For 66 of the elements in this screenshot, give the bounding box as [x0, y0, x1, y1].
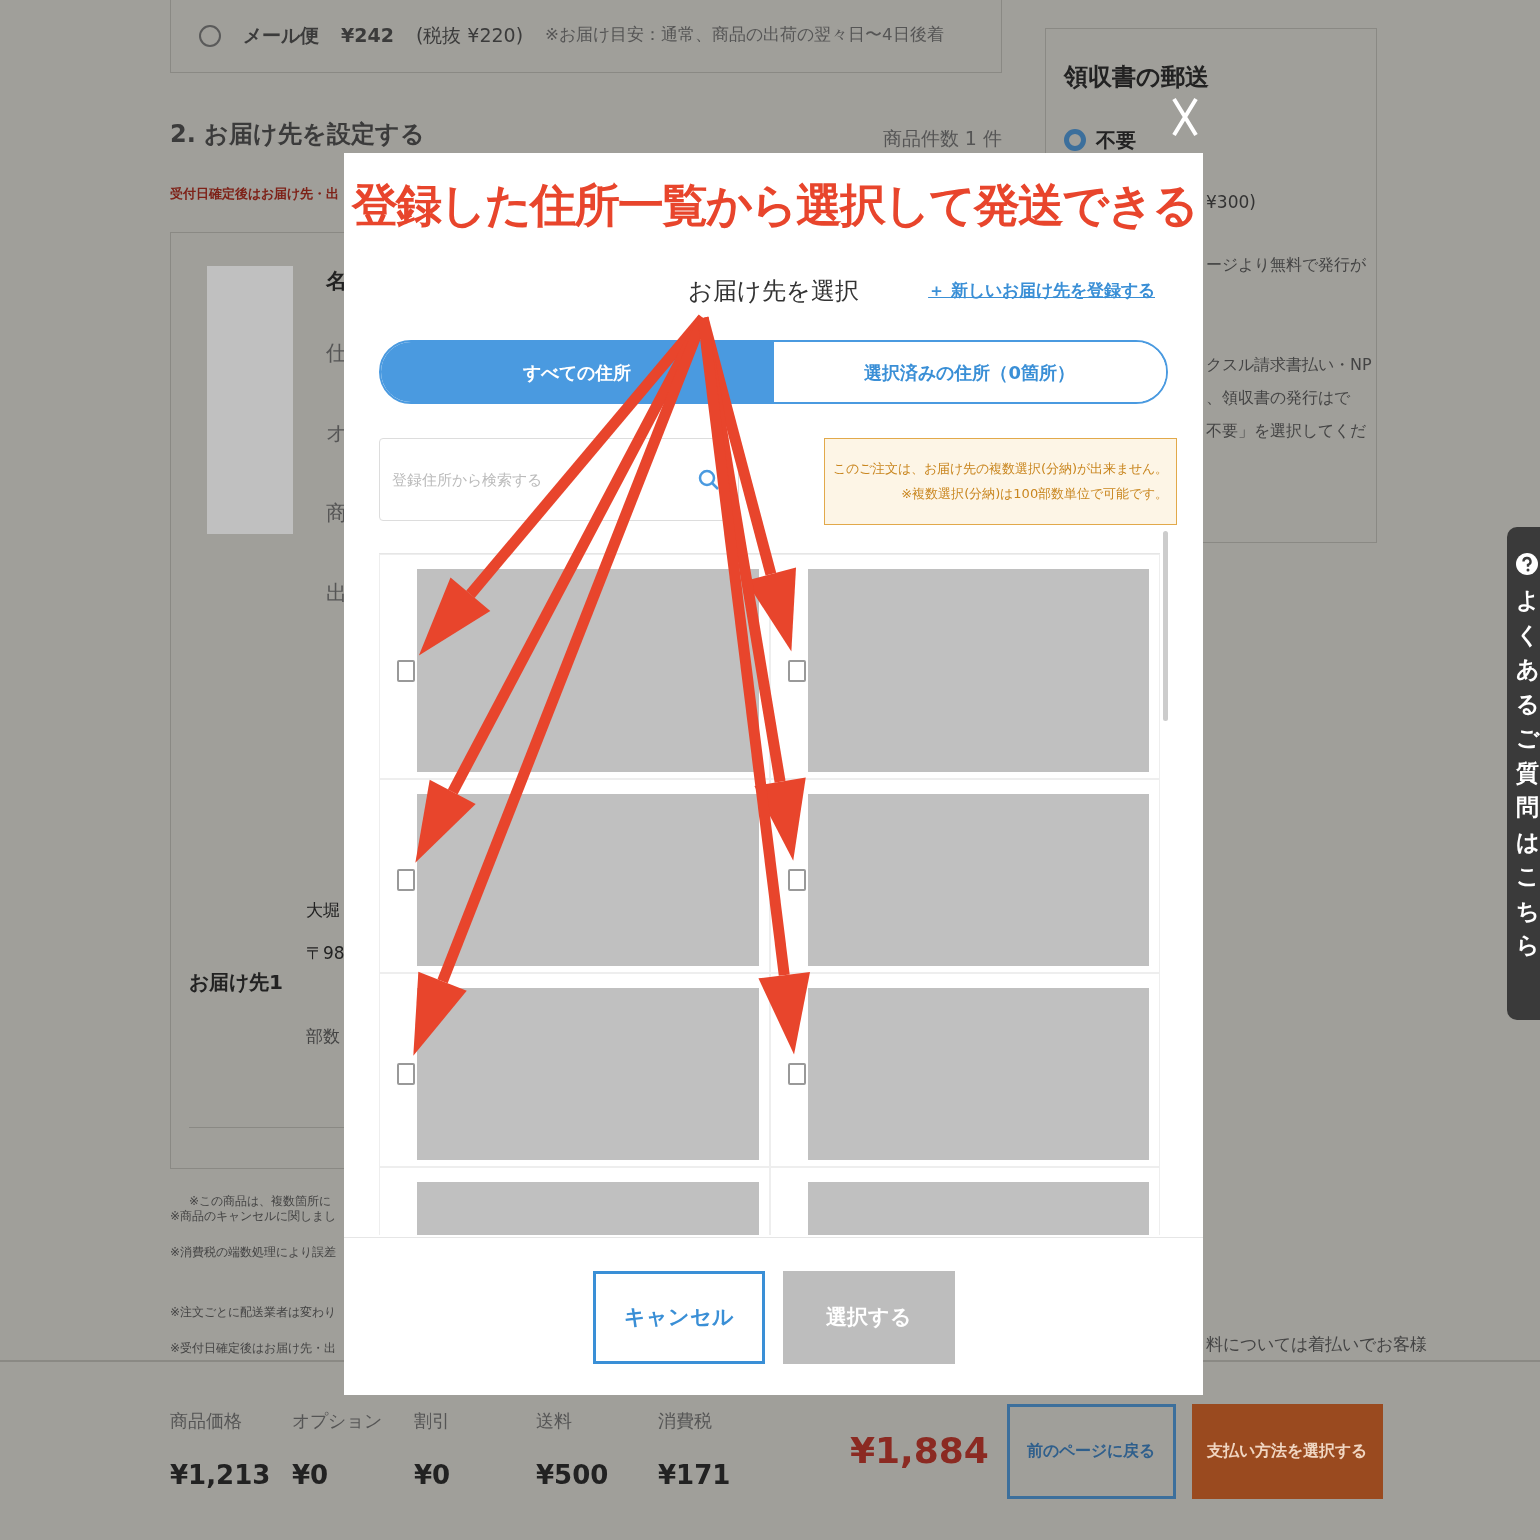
- summary-value: ¥0: [292, 1459, 330, 1492]
- radio-button[interactable]: [199, 24, 221, 47]
- total-price: ¥1,884: [850, 1429, 989, 1473]
- add-address-link[interactable]: ＋ 新しいお届け先を登録する: [928, 278, 1155, 304]
- option-label: 不要: [1096, 127, 1136, 154]
- destination-text: 大堀: [306, 898, 341, 922]
- address-card[interactable]: [379, 779, 770, 974]
- note-text: ※注文ごとに配送業者は変わり: [170, 1304, 337, 1319]
- destination-text: 〒98: [306, 941, 345, 965]
- section-title: 2. お届け先を設定する: [170, 119, 426, 150]
- search-icon[interactable]: [697, 468, 721, 492]
- warning-text: このご注文は、お届け先の複数選択(分納)が出来ません。: [833, 461, 1169, 476]
- checkbox[interactable]: [397, 869, 415, 892]
- notice-text: 受付日確定後はお届け先・出: [170, 185, 340, 203]
- warning-text: ※複数選択(分納)は100部数単位で可能です。: [901, 485, 1169, 501]
- product-detail-text: オ: [326, 419, 348, 447]
- checkbox[interactable]: [787, 1063, 806, 1086]
- product-detail-text: 名: [326, 267, 348, 295]
- address-card[interactable]: [769, 779, 1160, 974]
- note-text: 料については着払いでお客様: [1206, 1333, 1427, 1356]
- product-detail-text: 出: [326, 579, 348, 607]
- summary-label: 消費税: [658, 1409, 713, 1433]
- radio-button[interactable]: [1064, 129, 1086, 151]
- modal-title: お届け先を選択: [688, 276, 859, 307]
- summary-value: ¥1,213: [170, 1459, 272, 1492]
- address-card[interactable]: [379, 973, 770, 1168]
- checkbox[interactable]: [787, 869, 806, 892]
- note-text: ※消費税の端数処理により誤差: [170, 1244, 337, 1259]
- summary-value: ¥500: [536, 1459, 610, 1492]
- panel-title: 領収書の郵送: [1064, 62, 1210, 93]
- help-text: よくあるご質問はこちら: [1515, 586, 1539, 960]
- address-card[interactable]: [769, 554, 1160, 780]
- checkbox[interactable]: [397, 659, 415, 682]
- checkbox[interactable]: [397, 1063, 415, 1086]
- summary-value: ¥171: [658, 1459, 732, 1492]
- summary-label: 商品価格: [170, 1409, 243, 1433]
- shipping-price: ¥242: [341, 23, 394, 49]
- delivery-estimate: ※お届け目安：通常、商品の出荷の翌々日〜4日後着: [545, 24, 944, 47]
- summary-label: オプション: [292, 1409, 383, 1433]
- destination-label: お届け先1: [189, 969, 284, 996]
- note-text: ※受付日確定後はお届け先・出: [170, 1340, 337, 1355]
- product-detail-text: 商: [326, 499, 348, 527]
- address-card[interactable]: [769, 973, 1160, 1168]
- next-button[interactable]: 支払い方法を選択する: [1191, 1403, 1383, 1499]
- close-icon[interactable]: [1172, 97, 1198, 137]
- receipt-info-text: クスル請求書払い・NP: [1206, 353, 1373, 376]
- tax-note: (税抜 ¥220): [415, 23, 524, 49]
- back-button[interactable]: 前のページに戻る: [1006, 1403, 1176, 1499]
- price-text: ¥300): [1206, 191, 1257, 214]
- note-text: ※商品のキャンセルに関しまし: [170, 1208, 337, 1223]
- checkbox[interactable]: [787, 659, 806, 682]
- receipt-info-text: 、領収書の発行はで: [1206, 386, 1351, 409]
- destination-text: 部数: [306, 1024, 341, 1048]
- item-count: 商品件数 1 件: [882, 125, 1002, 151]
- cancel-button[interactable]: キャンセル: [592, 1271, 765, 1364]
- receipt-info-text: ージより無料で発行が: [1206, 253, 1367, 276]
- annotation-headline: 登録した住所一覧から選択して発送できる: [350, 178, 1198, 234]
- help-icon: [1516, 553, 1538, 575]
- product-note: ※この商品は、複数箇所に: [189, 1193, 332, 1208]
- receipt-info-text: 不要」を選択してくだ: [1206, 419, 1367, 442]
- summary-value: ¥0: [414, 1459, 452, 1492]
- scrollbar[interactable]: [1163, 531, 1168, 721]
- summary-label: 送料: [536, 1409, 573, 1433]
- help-tab[interactable]: よくあるご質問はこちら: [1507, 527, 1540, 1020]
- shipping-label: メール便: [243, 23, 319, 49]
- summary-label: 割引: [414, 1409, 451, 1433]
